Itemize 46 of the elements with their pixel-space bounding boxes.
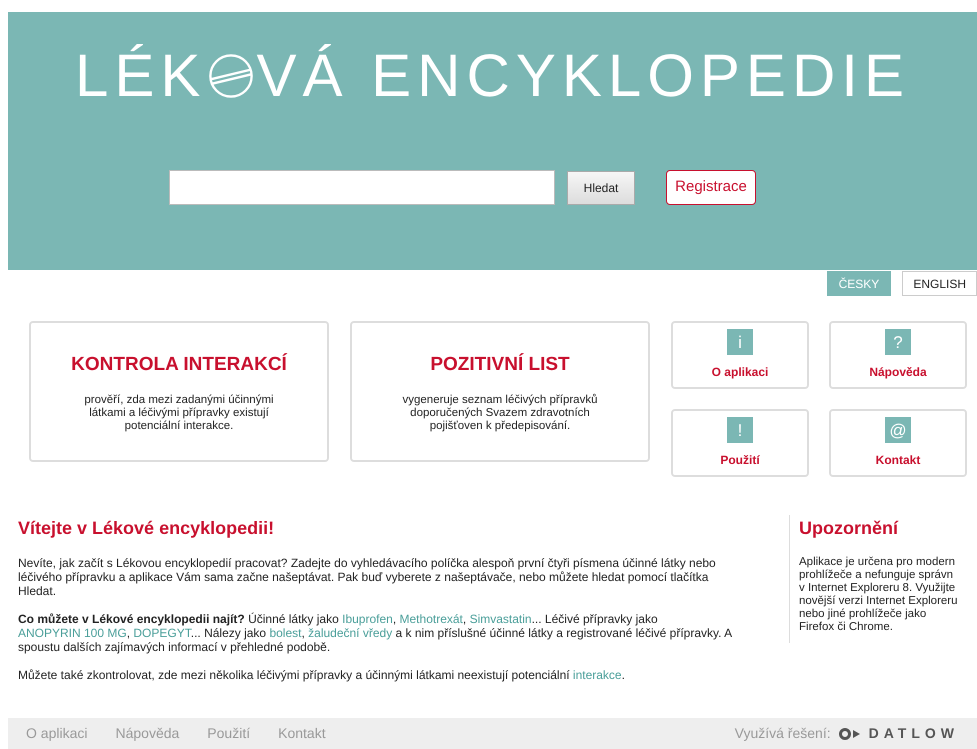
tile-link[interactable]: ? Nápověda — [829, 321, 967, 389]
paragraph: Můžete také zkontrolovat, zde mezi několika léčivými přípravky a účinnými látkami neexistují potenciální interakce. — [18, 668, 626, 682]
search-button[interactable]: Hledat — [567, 170, 635, 204]
pill-icon — [208, 53, 254, 99]
text-link[interactable]: interakce — [572, 668, 622, 682]
footer-link[interactable]: O aplikaci — [26, 723, 88, 744]
feature-card[interactable]: KONTROLA INTERAKCÍ prověří, zda mezi zadanými účinnými látkami a léčivými přípravky existují potenciální interakce. — [29, 321, 329, 462]
company-logo-text: DATLOW — [868, 724, 959, 743]
language-tab[interactable]: ENGLISH — [902, 271, 977, 296]
register-button[interactable]: Registrace — [666, 170, 756, 205]
logo-mark-icon — [838, 728, 861, 740]
card-description: vygeneruje seznam léčivých přípravků doporučených Svazem zdravotních pojišťoven k předepisování. — [402, 394, 598, 432]
tile-label: Použití — [720, 452, 760, 469]
tile-icon: i — [727, 329, 753, 355]
tile-label: O aplikaci — [712, 364, 768, 381]
feature-card[interactable]: POZITIVNÍ LIST vygeneruje seznam léčivých přípravků doporučených Svazem zdravotních pojišťoven k předepisování. — [350, 321, 650, 462]
site-logo: LÉK VÁ ENCYKLOPEDIE — [75, 46, 910, 106]
tile-label: Nápověda — [869, 364, 927, 381]
footer-link[interactable]: Kontakt — [278, 723, 326, 744]
tile-icon: ! — [727, 417, 753, 443]
paragraph: Nevíte, jak začít s Lékovou encyklopedií pracovat? Zadejte do vyhledávacího políčka alespoň první čtyři písmena účinné látky nebo léčivého přípravku a aplikace Vám sama začne našeptávat. Pak buď vyberete z našeptávače, nebo můžete hledat pomocí tlačítka Hledat. — [18, 556, 717, 598]
tile-link[interactable]: i O aplikaci — [671, 321, 809, 389]
text-link[interactable]: žaludeční vředy — [308, 626, 392, 640]
tile-label: Kontakt — [876, 452, 920, 469]
text-link[interactable]: Methotrexát — [400, 612, 463, 626]
tile-link[interactable]: @ Kontakt — [829, 409, 967, 477]
footer-link[interactable]: Nápověda — [115, 723, 180, 744]
card-description: prověří, zda mezi zadanými účinnými látkami a léčivými přípravky existují potenciální interakce. — [83, 394, 275, 432]
card-title: POZITIVNÍ LIST — [430, 352, 570, 377]
tile-icon: ? — [885, 329, 911, 355]
footer-link[interactable]: Použití — [207, 723, 250, 744]
notice-heading: Upozornění — [799, 517, 900, 540]
text-link[interactable]: ANOPYRIN 100 MG — [18, 626, 127, 640]
search-field[interactable] — [169, 170, 555, 205]
notice-text: Aplikace je určena pro modern prohlížeče a nefunguje správn v Internet Exploreru 8. Využijte novější verzi Internet Exploreru nebo jiné prohlížeče jako Firefox či Chrome. — [799, 556, 958, 634]
text-link[interactable]: Ibuprofen — [342, 612, 393, 626]
text-link[interactable]: bolest — [269, 626, 302, 640]
tile-icon: @ — [885, 417, 911, 443]
text-link[interactable]: Simvastatin — [470, 612, 532, 626]
card-title: KONTROLA INTERAKCÍ — [71, 352, 287, 377]
paragraph: Co můžete v Lékové encyklopedii najít? Účinné látky jako Ibuprofen, Methotrexát, Simvastatin... Léčivé přípravky jako ANOPYRIN 100 MG, DOPEGYT... Nálezy jako bolest, žaludeční vředy a k nim příslušné účinné látky a registrované léčivé přípravky. A spoustu dalších zajímavých informací v přehledné podobě. — [18, 612, 733, 654]
welcome-heading: Vítejte v Lékové encyklopedii! — [18, 517, 276, 540]
language-tab[interactable]: ČESKY — [826, 271, 892, 296]
tile-link[interactable]: ! Použití — [671, 409, 809, 477]
text-link[interactable]: DOPEGYT — [133, 626, 191, 640]
powered-by-label: Využívá řešení: — [734, 724, 831, 743]
